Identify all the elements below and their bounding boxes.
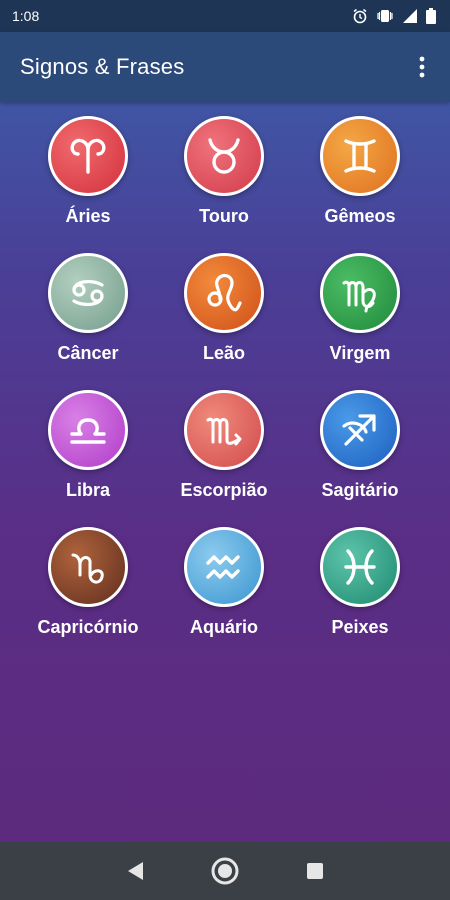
sign-label-cancer: Câncer — [57, 343, 119, 363]
sign-label-aries: Áries — [65, 206, 111, 226]
alarm-icon — [352, 8, 368, 24]
sign-label-scorpio: Escorpião — [180, 480, 268, 500]
taurus-icon[interactable] — [184, 116, 264, 196]
sagittarius-icon[interactable] — [320, 390, 400, 470]
sign-virgo[interactable]: Virgem — [292, 253, 428, 390]
sign-label-virgo: Virgem — [329, 343, 391, 363]
sign-label-libra: Libra — [65, 480, 110, 500]
sign-label-leo: Leão — [202, 343, 245, 363]
leo-icon[interactable] — [184, 253, 264, 333]
home-circle-icon[interactable] — [205, 851, 245, 891]
vibrate-icon — [376, 8, 394, 24]
status-icons — [352, 8, 436, 24]
sign-sagittarius[interactable]: Sagitário — [292, 390, 428, 527]
navigation-bar — [0, 842, 450, 900]
libra-icon[interactable] — [48, 390, 128, 470]
back-triangle-icon[interactable] — [115, 851, 155, 891]
status-time: 1:08 — [12, 8, 40, 24]
battery-icon — [426, 8, 436, 24]
scorpio-icon[interactable] — [184, 390, 264, 470]
sign-pisces[interactable]: Peixes — [292, 527, 428, 664]
app-title: Signos & Frases — [20, 54, 185, 79]
cancer-icon[interactable] — [48, 253, 128, 333]
sign-label-pisces: Peixes — [331, 617, 389, 637]
sign-aries[interactable]: Áries — [20, 116, 156, 253]
sign-libra[interactable]: Libra — [20, 390, 156, 527]
signs-grid: Áries Touro Gêmeos Câncer Leão Virgem Li… — [20, 116, 430, 664]
sign-label-gemini: Gêmeos — [324, 206, 396, 226]
signal-icon — [402, 8, 418, 24]
pisces-icon[interactable] — [320, 527, 400, 607]
sign-label-sagittarius: Sagitário — [321, 480, 399, 500]
recents-square-icon[interactable] — [295, 851, 335, 891]
capricorn-icon[interactable] — [48, 527, 128, 607]
sign-leo[interactable]: Leão — [156, 253, 292, 390]
sign-gemini[interactable]: Gêmeos — [292, 116, 428, 253]
sign-label-taurus: Touro — [199, 206, 249, 226]
sign-label-aquarius: Aquário — [189, 617, 258, 637]
sign-cancer[interactable]: Câncer — [20, 253, 156, 390]
sign-aquarius[interactable]: Aquário — [156, 527, 292, 664]
sign-label-capricorn: Capricórnio — [37, 617, 139, 637]
aquarius-icon[interactable] — [184, 527, 264, 607]
sign-scorpio[interactable]: Escorpião — [156, 390, 292, 527]
sign-capricorn[interactable]: Capricórnio — [20, 527, 156, 664]
sign-taurus[interactable]: Touro — [156, 116, 292, 253]
app-bar: Signos & Frases — [0, 32, 450, 102]
status-bar: 1:08 — [0, 0, 450, 32]
gemini-icon[interactable] — [320, 116, 400, 196]
more-vert-icon[interactable] — [410, 47, 434, 87]
aries-icon[interactable] — [48, 116, 128, 196]
virgo-icon[interactable] — [320, 253, 400, 333]
